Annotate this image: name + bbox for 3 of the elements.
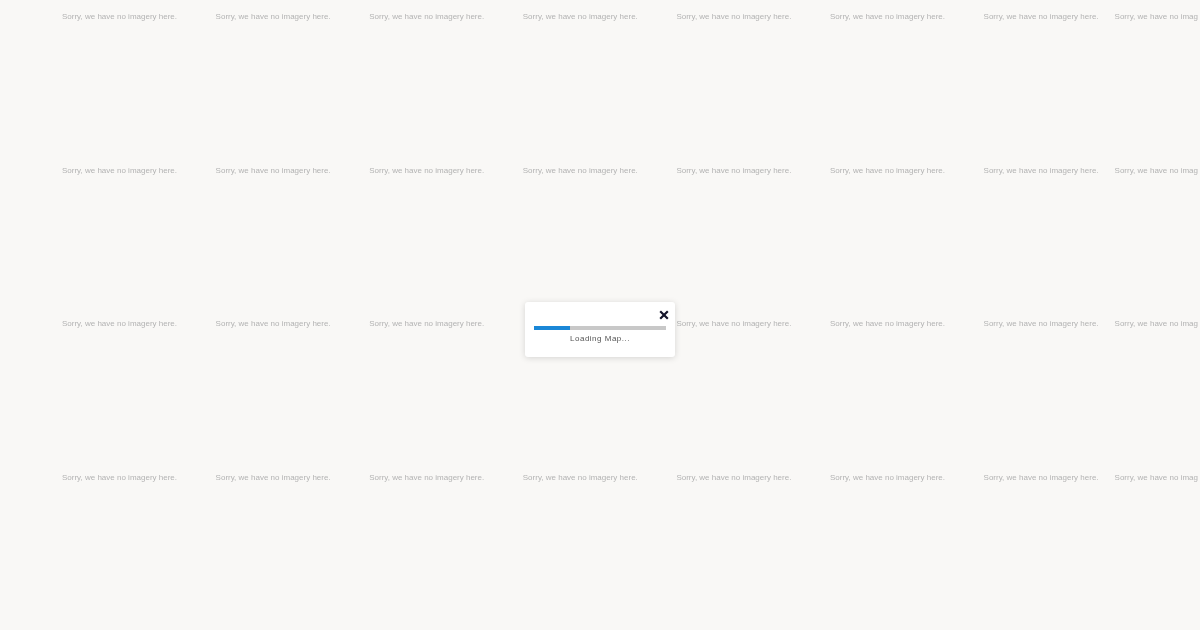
- close-button[interactable]: [659, 310, 669, 320]
- close-icon: [659, 310, 669, 320]
- loading-message: Loading Map...: [570, 334, 630, 344]
